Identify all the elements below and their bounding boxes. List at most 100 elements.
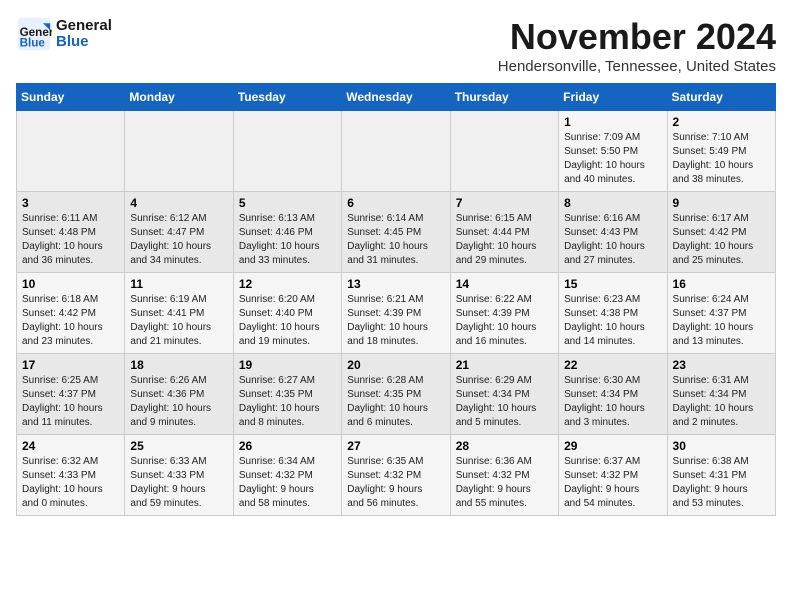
day-info: Sunrise: 7:10 AM Sunset: 5:49 PM Dayligh… [673,131,770,187]
day-info: Sunrise: 6:26 AM Sunset: 4:36 PM Dayligh… [130,374,227,430]
day-info: Sunrise: 6:19 AM Sunset: 4:41 PM Dayligh… [130,293,227,349]
day-info: Sunrise: 6:38 AM Sunset: 4:31 PM Dayligh… [673,455,770,511]
day-number: 12 [239,277,336,291]
day-number: 14 [456,277,553,291]
location: Hendersonville, Tennessee, United States [498,58,776,75]
day-info: Sunrise: 6:18 AM Sunset: 4:42 PM Dayligh… [22,293,119,349]
day-info: Sunrise: 6:33 AM Sunset: 4:33 PM Dayligh… [130,455,227,511]
calendar-cell: 6Sunrise: 6:14 AM Sunset: 4:45 PM Daylig… [342,192,450,273]
calendar-cell: 16Sunrise: 6:24 AM Sunset: 4:37 PM Dayli… [667,273,775,354]
calendar-cell [342,111,450,192]
calendar-cell: 30 Sunrise: 6:38 AM Sunset: 4:31 PM Dayli… [667,435,775,516]
calendar-cell [233,111,341,192]
calendar-header: SundayMondayTuesdayWednesdayThursdayFrid… [17,84,776,111]
day-number: 17 [22,358,119,372]
day-info: Sunrise: 6:35 AM Sunset: 4:32 PM Dayligh… [347,455,444,511]
calendar-cell [125,111,233,192]
day-info: Sunrise: 6:22 AM Sunset: 4:39 PM Dayligh… [456,293,553,349]
day-number: 16 [673,277,770,291]
calendar-cell: 11 Sunrise: 6:19 AM Sunset: 4:41 PM Dayli… [125,273,233,354]
calendar-cell: 12 Sunrise: 6:20 AM Sunset: 4:40 PM Dayli… [233,273,341,354]
calendar-cell: 2 Sunrise: 7:10 AM Sunset: 5:49 PM Daylig… [667,111,775,192]
day-number: 8 [564,196,661,210]
day-number: 15 [564,277,661,291]
day-number: 30 [673,439,770,453]
day-info: Sunrise: 6:34 AM Sunset: 4:32 PM Dayligh… [239,455,336,511]
calendar-cell: 7Sunrise: 6:15 AM Sunset: 4:44 PM Daylig… [450,192,558,273]
calendar-cell: 3Sunrise: 6:11 AM Sunset: 4:48 PM Daylig… [17,192,125,273]
day-info: Sunrise: 6:14 AM Sunset: 4:45 PM Dayligh… [347,212,444,268]
day-number: 24 [22,439,119,453]
calendar-cell: 24 Sunrise: 6:32 AM Sunset: 4:33 PM Dayli… [17,435,125,516]
day-number: 4 [130,196,227,210]
svg-text:Blue: Blue [20,37,46,50]
day-info: Sunrise: 6:31 AM Sunset: 4:34 PM Dayligh… [673,374,770,430]
day-header-saturday: Saturday [667,84,775,111]
calendar-cell: 9 Sunrise: 6:17 AM Sunset: 4:42 PM Daylig… [667,192,775,273]
logo: General Blue General Blue [16,16,112,52]
calendar-cell: 20 Sunrise: 6:28 AM Sunset: 4:35 PM Dayli… [342,354,450,435]
day-number: 7 [456,196,553,210]
day-info: Sunrise: 6:20 AM Sunset: 4:40 PM Dayligh… [239,293,336,349]
day-info: Sunrise: 6:37 AM Sunset: 4:32 PM Dayligh… [564,455,661,511]
day-number: 9 [673,196,770,210]
day-info: Sunrise: 6:29 AM Sunset: 4:34 PM Dayligh… [456,374,553,430]
calendar-week-4: 17Sunrise: 6:25 AM Sunset: 4:37 PM Dayli… [17,354,776,435]
day-info: Sunrise: 6:12 AM Sunset: 4:47 PM Dayligh… [130,212,227,268]
calendar-cell [450,111,558,192]
calendar-cell: 19Sunrise: 6:27 AM Sunset: 4:35 PM Dayli… [233,354,341,435]
calendar-cell: 23 Sunrise: 6:31 AM Sunset: 4:34 PM Dayli… [667,354,775,435]
day-info: Sunrise: 6:23 AM Sunset: 4:38 PM Dayligh… [564,293,661,349]
day-header-tuesday: Tuesday [233,84,341,111]
logo-icon: General Blue [16,16,52,52]
day-info: Sunrise: 6:28 AM Sunset: 4:35 PM Dayligh… [347,374,444,430]
calendar-week-2: 3Sunrise: 6:11 AM Sunset: 4:48 PM Daylig… [17,192,776,273]
calendar-cell: 22 Sunrise: 6:30 AM Sunset: 4:34 PM Dayli… [559,354,667,435]
day-number: 20 [347,358,444,372]
day-number: 18 [130,358,227,372]
day-number: 28 [456,439,553,453]
day-info: Sunrise: 6:32 AM Sunset: 4:33 PM Dayligh… [22,455,119,511]
calendar-cell: 1Sunrise: 7:09 AM Sunset: 5:50 PM Daylig… [559,111,667,192]
day-header-monday: Monday [125,84,233,111]
calendar-cell: 4 Sunrise: 6:12 AM Sunset: 4:47 PM Daylig… [125,192,233,273]
calendar-cell: 13 Sunrise: 6:21 AM Sunset: 4:39 PM Dayli… [342,273,450,354]
calendar-table: SundayMondayTuesdayWednesdayThursdayFrid… [16,83,776,516]
day-number: 10 [22,277,119,291]
calendar-week-5: 24 Sunrise: 6:32 AM Sunset: 4:33 PM Dayli… [17,435,776,516]
day-header-friday: Friday [559,84,667,111]
calendar-cell: 14 Sunrise: 6:22 AM Sunset: 4:39 PM Dayli… [450,273,558,354]
title-area: November 2024 Hendersonville, Tennessee,… [498,16,776,75]
calendar-cell: 5 Sunrise: 6:13 AM Sunset: 4:46 PM Daylig… [233,192,341,273]
day-info: Sunrise: 7:09 AM Sunset: 5:50 PM Dayligh… [564,131,661,187]
logo-line1: General [56,18,112,35]
day-info: Sunrise: 6:30 AM Sunset: 4:34 PM Dayligh… [564,374,661,430]
day-number: 13 [347,277,444,291]
calendar-cell [17,111,125,192]
day-number: 2 [673,115,770,129]
month-title: November 2024 [498,16,776,58]
calendar-cell: 18 Sunrise: 6:26 AM Sunset: 4:36 PM Dayli… [125,354,233,435]
day-number: 5 [239,196,336,210]
logo-line2: Blue [56,34,112,51]
day-info: Sunrise: 6:16 AM Sunset: 4:43 PM Dayligh… [564,212,661,268]
calendar-cell: 15 Sunrise: 6:23 AM Sunset: 4:38 PM Dayli… [559,273,667,354]
day-number: 19 [239,358,336,372]
day-info: Sunrise: 6:21 AM Sunset: 4:39 PM Dayligh… [347,293,444,349]
calendar-cell: 27 Sunrise: 6:35 AM Sunset: 4:32 PM Dayli… [342,435,450,516]
calendar-cell: 25Sunrise: 6:33 AM Sunset: 4:33 PM Dayli… [125,435,233,516]
day-number: 11 [130,277,227,291]
calendar-cell: 28Sunrise: 6:36 AM Sunset: 4:32 PM Dayli… [450,435,558,516]
day-info: Sunrise: 6:11 AM Sunset: 4:48 PM Dayligh… [22,212,119,268]
calendar-week-3: 10 Sunrise: 6:18 AM Sunset: 4:42 PM Dayli… [17,273,776,354]
day-number: 23 [673,358,770,372]
calendar-week-1: 1Sunrise: 7:09 AM Sunset: 5:50 PM Daylig… [17,111,776,192]
day-info: Sunrise: 6:13 AM Sunset: 4:46 PM Dayligh… [239,212,336,268]
day-number: 22 [564,358,661,372]
calendar-cell: 29Sunrise: 6:37 AM Sunset: 4:32 PM Dayli… [559,435,667,516]
day-header-sunday: Sunday [17,84,125,111]
day-header-thursday: Thursday [450,84,558,111]
day-number: 27 [347,439,444,453]
day-header-wednesday: Wednesday [342,84,450,111]
day-info: Sunrise: 6:17 AM Sunset: 4:42 PM Dayligh… [673,212,770,268]
